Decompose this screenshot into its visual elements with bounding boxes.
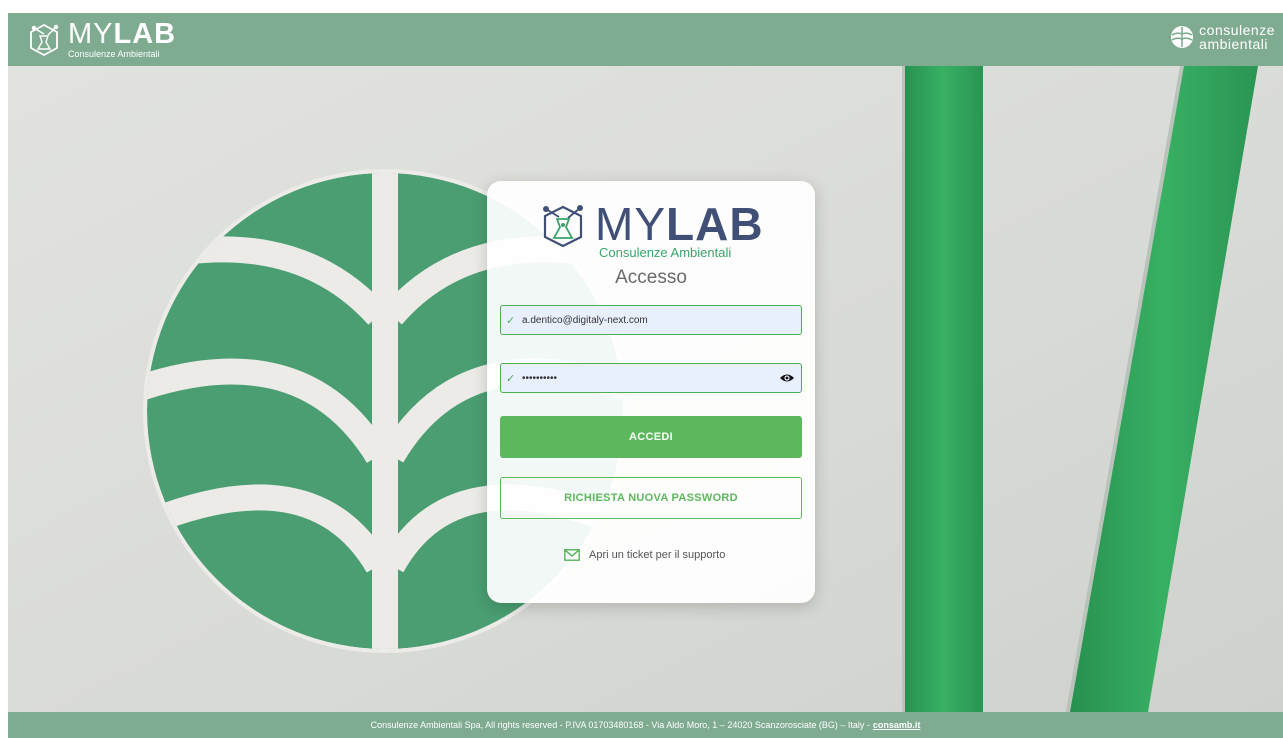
partner-line-2: ambientali: [1199, 36, 1268, 52]
check-icon: ✓: [506, 372, 516, 385]
partner-logo: consulenze ambientali: [1170, 23, 1275, 51]
brand-word-thin: MY: [68, 18, 114, 50]
lab-flask-icon: [30, 23, 59, 57]
leaf-globe-icon: [1171, 26, 1194, 48]
password-field[interactable]: ✓: [500, 363, 802, 393]
check-icon: ✓: [506, 314, 516, 327]
lab-flask-icon: [543, 205, 583, 248]
request-new-password-button[interactable]: RICHIESTA NUOVA PASSWORD: [500, 477, 802, 519]
email-field[interactable]: ✓: [500, 305, 802, 335]
support-ticket-label: Apri un ticket per il supporto: [589, 549, 726, 561]
page-footer: Consulenze Ambientali Spa, All rights re…: [8, 712, 1283, 738]
card-wordmark: MYLAB: [595, 201, 764, 247]
footer-website-link[interactable]: consamb.it: [873, 720, 921, 730]
login-card: MYLAB Consulenze Ambientali Accesso ✓ ✓ …: [487, 181, 815, 603]
brand-subtitle: Consulenze Ambientali: [68, 49, 160, 59]
brand-word-bold: LAB: [113, 18, 177, 50]
show-password-eye-icon[interactable]: [779, 372, 795, 384]
page-frame: MYLAB Consulenze Ambientali consulenze a…: [8, 13, 1283, 738]
envelope-icon: [564, 549, 580, 561]
top-header: MYLAB Consulenze Ambientali consulenze a…: [8, 13, 1283, 66]
support-ticket-link[interactable]: Apri un ticket per il supporto: [564, 549, 725, 561]
partner-line-1: consulenze: [1199, 22, 1275, 38]
brand-wordmark: MYLAB: [68, 20, 176, 49]
card-word-bold: LAB: [666, 198, 764, 250]
footer-text: Consulenze Ambientali Spa, All rights re…: [370, 720, 870, 730]
login-title: Accesso: [615, 267, 687, 288]
email-input[interactable]: [522, 314, 762, 326]
login-submit-button[interactable]: ACCEDI: [500, 416, 802, 458]
card-logo-subtitle: Consulenze Ambientali: [599, 245, 732, 260]
password-input[interactable]: [522, 372, 762, 384]
brand-logo[interactable]: MYLAB Consulenze Ambientali: [26, 20, 176, 60]
card-logo: MYLAB Consulenze Ambientali: [535, 201, 775, 260]
card-word-thin: MY: [595, 198, 666, 250]
